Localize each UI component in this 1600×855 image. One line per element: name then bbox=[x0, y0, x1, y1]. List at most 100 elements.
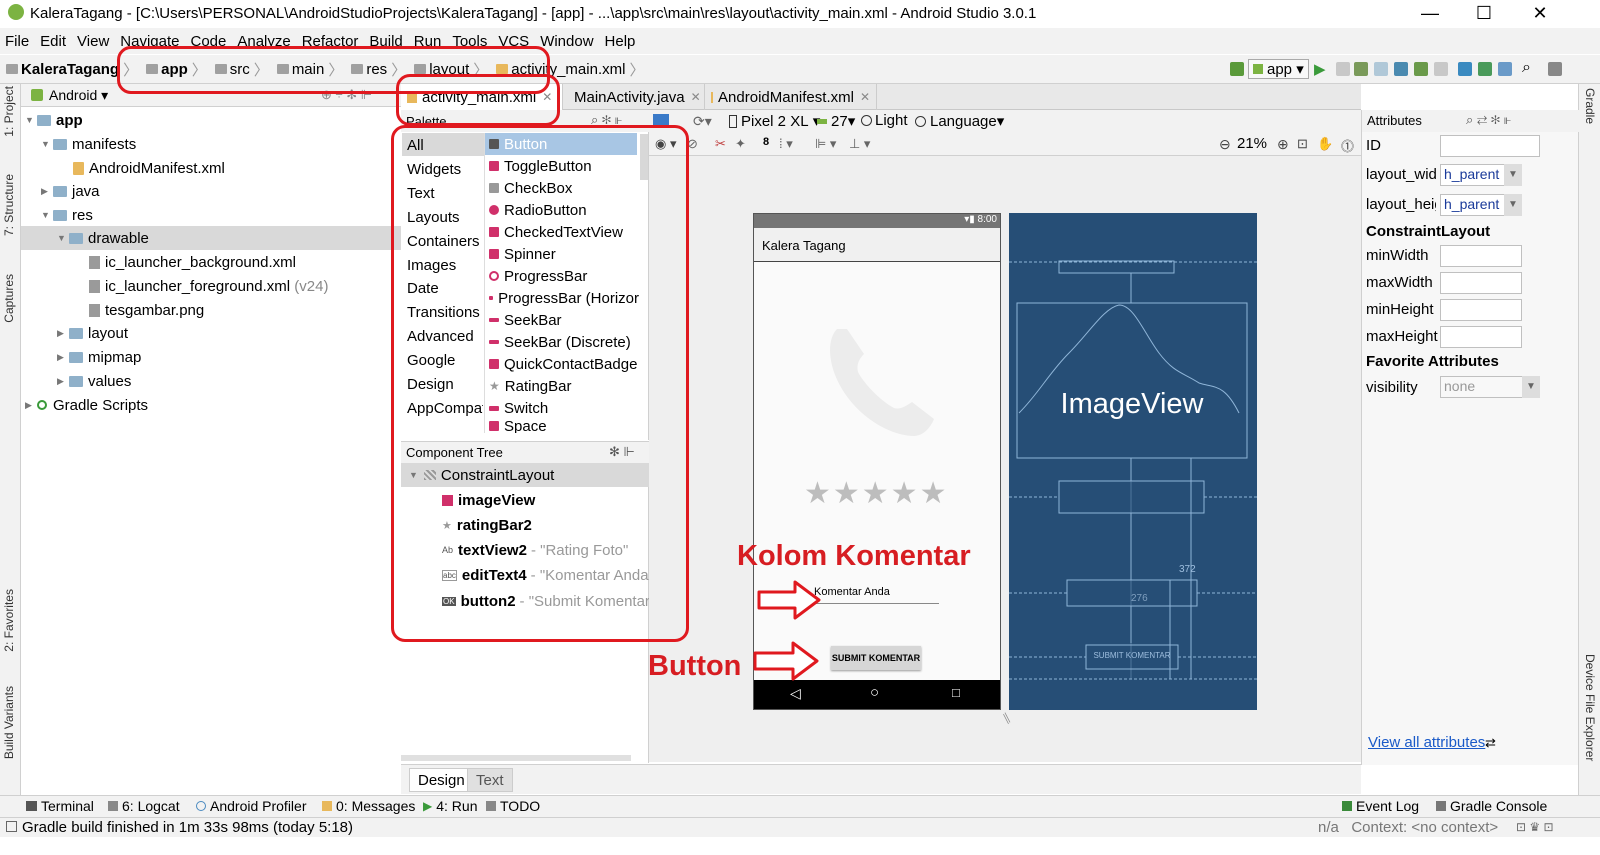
tool-project[interactable]: 1: Project bbox=[2, 86, 16, 137]
run-icon[interactable]: ▶ bbox=[1314, 60, 1326, 78]
tool-structure[interactable]: 7: Structure bbox=[2, 174, 16, 236]
avd-manager-icon[interactable] bbox=[1478, 62, 1492, 76]
attr-maxheight-input[interactable] bbox=[1440, 326, 1522, 348]
tool-build-variants[interactable]: Build Variants bbox=[2, 686, 16, 759]
blueprint-imageview-label[interactable]: ImageView bbox=[1017, 388, 1247, 421]
tree-item-java[interactable]: ▶ java bbox=[41, 179, 100, 203]
tool-android-profiler[interactable]: Android Profiler bbox=[196, 798, 307, 814]
back-icon[interactable]: ◁ bbox=[790, 685, 801, 702]
blueprint-dimension-372: 372 bbox=[1179, 564, 1196, 575]
make-project-icon[interactable] bbox=[1230, 62, 1244, 76]
menu-file[interactable]: File bbox=[0, 33, 35, 50]
attach-debugger-icon[interactable] bbox=[1374, 62, 1388, 76]
tool-logcat[interactable]: 6: Logcat bbox=[108, 798, 180, 814]
tree-item-drawable[interactable]: ▼ drawable bbox=[57, 226, 149, 250]
menu-edit[interactable]: Edit bbox=[35, 33, 72, 50]
attr-maxwidth-input[interactable] bbox=[1440, 272, 1522, 294]
orientation-icon[interactable]: ⟳▾ bbox=[693, 113, 712, 130]
tree-item-tesgambar[interactable]: tesgambar.png bbox=[89, 298, 204, 322]
theme-select[interactable]: Light bbox=[861, 112, 908, 129]
maximize-button[interactable]: ☐ bbox=[1458, 0, 1510, 26]
home-icon[interactable]: ○ bbox=[870, 684, 879, 701]
tool-run[interactable]: ▶ 4: Run bbox=[423, 798, 477, 814]
status-toggle-icon[interactable] bbox=[6, 821, 17, 832]
tool-gradle-console[interactable]: Gradle Console bbox=[1436, 798, 1547, 814]
warnings-icon[interactable]: ⓵ bbox=[1341, 136, 1354, 155]
zoom-fit-icon[interactable]: ⊡ bbox=[1297, 136, 1308, 152]
api-select[interactable]: 27 ▾ bbox=[817, 112, 855, 130]
sync-gradle-icon[interactable] bbox=[1458, 62, 1472, 76]
tree-item-ic-launcher-background[interactable]: ic_launcher_background.xml bbox=[89, 250, 296, 274]
blueprint-button-label[interactable]: SUBMIT KOMENTAR bbox=[1088, 651, 1176, 660]
chevron-down-icon[interactable]: ▼ bbox=[1504, 194, 1522, 216]
component-tree-scrollbar[interactable] bbox=[401, 755, 631, 761]
align-icon[interactable]: ⊫ ▾ bbox=[815, 136, 836, 152]
comment-edit-text[interactable]: Komentar Anda bbox=[814, 586, 939, 604]
tab-text[interactable]: Text bbox=[467, 768, 513, 792]
close-tab-icon[interactable]: ✕ bbox=[691, 90, 701, 104]
pan-icon[interactable]: ✋ bbox=[1317, 136, 1333, 152]
tree-item-ic-launcher-foreground[interactable]: ic_launcher_foreground.xml (v24) bbox=[89, 274, 328, 298]
tree-item-manifests[interactable]: ▼ manifests bbox=[41, 132, 136, 156]
default-margins-icon[interactable]: 8 bbox=[763, 136, 769, 148]
tree-item-androidmanifest[interactable]: AndroidManifest.xml bbox=[73, 156, 225, 180]
tab-androidmanifest[interactable]: AndroidManifest.xml ✕ bbox=[705, 84, 877, 110]
tree-item-mipmap[interactable]: ▶ mipmap bbox=[57, 345, 141, 369]
tool-favorites[interactable]: 2: Favorites bbox=[2, 589, 16, 652]
clear-constraints-icon[interactable]: ✂ bbox=[715, 136, 726, 152]
app-title: Kalera Tagang bbox=[762, 238, 846, 253]
tree-item-gradle-scripts[interactable]: ▶ Gradle Scripts bbox=[25, 393, 148, 417]
attr-minwidth-input[interactable] bbox=[1440, 245, 1522, 267]
menu-help[interactable]: Help bbox=[600, 33, 642, 50]
debug-icon[interactable] bbox=[1354, 62, 1368, 76]
attr-id-input[interactable] bbox=[1440, 135, 1540, 157]
submit-button[interactable]: SUBMIT KOMENTAR bbox=[831, 646, 921, 670]
close-tab-icon[interactable]: ✕ bbox=[860, 90, 870, 104]
tab-design[interactable]: Design bbox=[409, 768, 474, 792]
tool-device-file-explorer[interactable]: Device File Explorer bbox=[1583, 654, 1597, 761]
folder-icon bbox=[69, 351, 83, 363]
pack-icon[interactable]: ⁞ ▾ bbox=[779, 136, 793, 152]
attributes-tools-icon[interactable]: ⌕ ⇄ ✻ ⊩ bbox=[1466, 112, 1511, 128]
folder-icon bbox=[69, 327, 83, 339]
lock-icon[interactable]: ⊡ ♛ ⊡ bbox=[1516, 820, 1554, 834]
chevron-down-icon[interactable]: ▼ bbox=[1504, 164, 1522, 186]
language-select[interactable]: Language ▾ bbox=[915, 112, 1004, 130]
tool-gradle[interactable]: Gradle bbox=[1583, 88, 1597, 124]
tool-terminal[interactable]: Terminal bbox=[26, 798, 94, 814]
guidelines-icon[interactable]: ⊥ ▾ bbox=[849, 136, 870, 152]
tree-item-app[interactable]: ▼ app bbox=[25, 108, 83, 132]
tree-item-values[interactable]: ▶ values bbox=[57, 369, 131, 393]
tool-event-log[interactable]: Event Log bbox=[1342, 798, 1419, 814]
profiler-icon[interactable] bbox=[1394, 62, 1408, 76]
close-button[interactable]: ✕ bbox=[1514, 0, 1566, 26]
minimize-button[interactable]: — bbox=[1404, 0, 1456, 26]
tree-item-res[interactable]: ▼ res bbox=[41, 203, 93, 227]
rating-stars[interactable]: ★★★★★ bbox=[804, 476, 948, 511]
tree-item-layout[interactable]: ▶ layout bbox=[57, 321, 128, 345]
swap-icon[interactable]: ⇄ bbox=[1485, 735, 1496, 751]
apply-changes-icon[interactable] bbox=[1336, 62, 1350, 76]
tool-todo[interactable]: TODO bbox=[486, 798, 540, 814]
tool-messages[interactable]: 0: Messages bbox=[322, 798, 415, 814]
attr-minheight-input[interactable] bbox=[1440, 299, 1522, 321]
infer-constraints-icon[interactable]: ✦ bbox=[735, 136, 746, 152]
sdk-manager-icon[interactable] bbox=[1498, 62, 1512, 76]
project-structure-icon[interactable] bbox=[1548, 62, 1562, 76]
event-log-icon bbox=[1342, 801, 1352, 811]
tool-captures[interactable]: Captures bbox=[2, 274, 16, 323]
menu-view[interactable]: View bbox=[72, 33, 115, 50]
menu-window[interactable]: Window bbox=[535, 33, 599, 50]
chevron-down-icon[interactable]: ▼ bbox=[1522, 376, 1540, 398]
search-icon[interactable]: ⌕ bbox=[1522, 59, 1531, 77]
view-all-attributes-link[interactable]: View all attributes bbox=[1368, 734, 1485, 751]
coverage-icon[interactable] bbox=[1414, 62, 1428, 76]
tab-mainactivity[interactable]: MainActivity.java ✕ bbox=[563, 84, 705, 110]
zoom-in-icon[interactable]: ⊕ bbox=[1277, 136, 1289, 153]
project-view-select[interactable]: Android bbox=[49, 87, 97, 103]
device-select[interactable]: Pixel 2 XL ▾ bbox=[729, 112, 820, 130]
zoom-out-icon[interactable]: ⊖ bbox=[1219, 136, 1231, 153]
run-config-select[interactable]: app ▾ bbox=[1248, 59, 1309, 79]
stop-icon[interactable] bbox=[1434, 62, 1448, 76]
recents-icon[interactable]: □ bbox=[952, 685, 960, 700]
